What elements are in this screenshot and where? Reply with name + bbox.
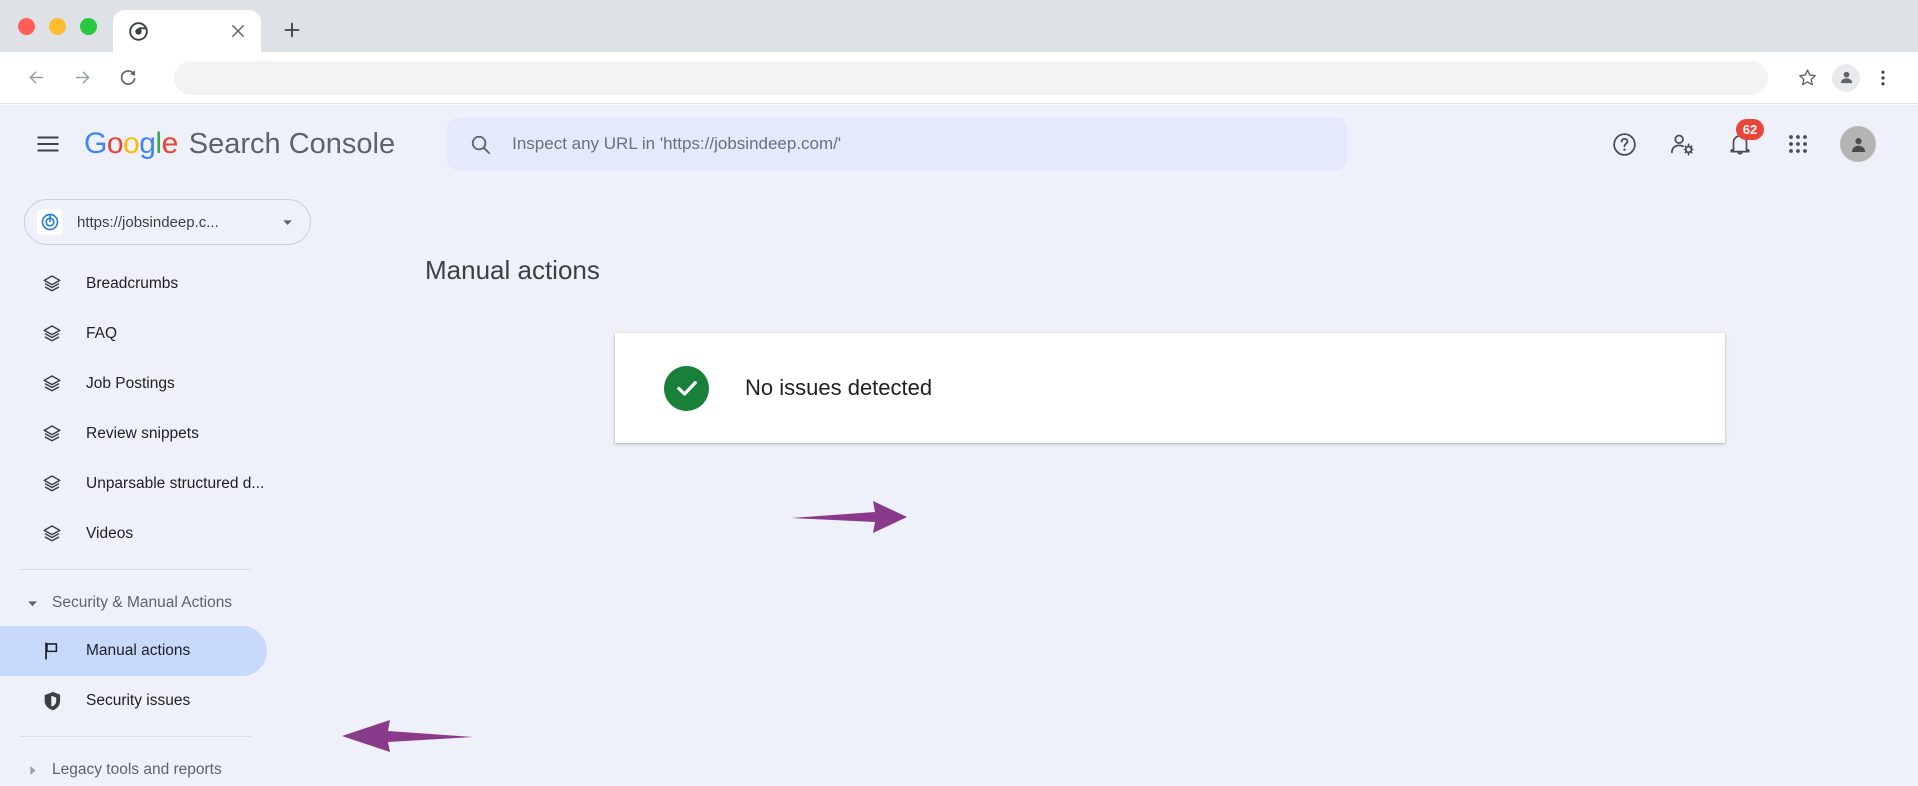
reload-icon[interactable]	[110, 60, 146, 96]
sidebar-item-label: Videos	[86, 525, 133, 543]
browser-tab-strip	[0, 0, 1918, 52]
status-card-text: No issues detected	[745, 375, 932, 401]
profile-avatar-icon[interactable]	[1832, 64, 1860, 92]
arrow-pointing-to-status-card	[789, 496, 909, 538]
logo-letter-e: e	[162, 127, 178, 160]
search-console-body: https://jobsindeep.c...	[0, 183, 1918, 786]
sidebar-item-label: Breadcrumbs	[86, 275, 178, 293]
sidebar-item-videos[interactable]: Videos	[0, 509, 267, 559]
layers-icon	[40, 422, 64, 446]
sidebar-item-review-snippets[interactable]: Review snippets	[0, 409, 267, 459]
sidebar-item-unparsable-structured-data[interactable]: Unparsable structured d...	[0, 459, 267, 509]
logo-letter-o2: o	[123, 127, 139, 160]
layers-icon	[40, 272, 64, 296]
forward-arrow-icon[interactable]	[64, 60, 100, 96]
search-icon	[469, 133, 492, 156]
sidebar-item-job-postings[interactable]: Job Postings	[0, 359, 267, 409]
new-tab-button[interactable]	[275, 13, 309, 47]
notification-count-badge: 62	[1736, 119, 1764, 140]
help-icon[interactable]	[1608, 128, 1640, 160]
browser-window: Google Search Console Inspect any URL in…	[0, 0, 1918, 786]
logo-letter-g2: g	[139, 127, 155, 160]
sidebar-section-label: Legacy tools and reports	[52, 761, 222, 779]
three-dot-menu-icon[interactable]	[1866, 61, 1900, 95]
sidebar-item-label: Security issues	[86, 692, 190, 710]
layers-icon	[40, 322, 64, 346]
chrome-favicon-icon	[129, 22, 148, 41]
logo-letter-o1: o	[107, 127, 123, 160]
sidebar-section-security-manual-actions[interactable]: Security & Manual Actions	[0, 580, 331, 626]
sidebar-section-legacy-tools[interactable]: Legacy tools and reports	[0, 747, 331, 786]
close-window-button[interactable]	[18, 18, 35, 35]
address-bar[interactable]	[174, 61, 1768, 95]
main-content: Manual actions No issues detected	[331, 183, 1918, 786]
sidebar-item-label: FAQ	[86, 325, 117, 343]
search-placeholder-text: Inspect any URL in 'https://jobsindeep.c…	[512, 134, 841, 154]
maximize-window-button[interactable]	[80, 18, 97, 35]
google-search-console-logo: Google Search Console	[84, 127, 395, 161]
browser-tab[interactable]	[113, 10, 261, 52]
status-card: No issues detected	[615, 333, 1725, 443]
minimize-window-button[interactable]	[49, 18, 66, 35]
sidebar-section-label: Security & Manual Actions	[52, 594, 232, 612]
notifications-bell-icon[interactable]: 62	[1724, 128, 1756, 160]
close-icon[interactable]	[229, 22, 247, 40]
browser-toolbar	[0, 52, 1918, 104]
layers-icon	[40, 472, 64, 496]
account-settings-icon[interactable]	[1666, 128, 1698, 160]
chevron-down-icon	[279, 214, 296, 231]
caret-right-icon	[22, 764, 42, 777]
sidebar-item-label: Job Postings	[86, 375, 175, 393]
header-action-icons: 62	[1608, 126, 1890, 162]
sidebar-item-manual-actions[interactable]: Manual actions	[0, 626, 267, 676]
hamburger-menu-icon[interactable]	[26, 122, 70, 166]
sidebar-divider	[20, 569, 251, 570]
sidebar-item-label: Manual actions	[86, 642, 190, 660]
sidebar-navigation: https://jobsindeep.c...	[0, 183, 331, 786]
caret-down-icon	[22, 597, 42, 610]
logo-letter-g1: G	[84, 127, 107, 160]
flag-icon	[40, 639, 64, 663]
product-name: Search Console	[189, 128, 395, 161]
green-check-circle-icon	[664, 366, 709, 411]
sidebar-item-security-issues[interactable]: Security issues	[0, 676, 267, 726]
layers-icon	[40, 372, 64, 396]
shield-icon	[40, 689, 64, 713]
sidebar-item-breadcrumbs[interactable]: Breadcrumbs	[0, 259, 267, 309]
star-icon[interactable]	[1790, 61, 1824, 95]
sidebar-item-label: Unparsable structured d...	[86, 475, 264, 493]
sidebar-divider	[20, 736, 251, 737]
google-apps-grid-icon[interactable]	[1782, 128, 1814, 160]
layers-icon	[40, 522, 64, 546]
page-viewport: Google Search Console Inspect any URL in…	[0, 105, 1918, 786]
property-selector[interactable]: https://jobsindeep.c...	[24, 199, 311, 245]
back-arrow-icon[interactable]	[18, 60, 54, 96]
sidebar-item-faq[interactable]: FAQ	[0, 309, 267, 359]
window-controls	[18, 0, 113, 52]
page-title: Manual actions	[425, 255, 1918, 286]
site-favicon-icon	[37, 209, 63, 235]
search-console-header: Google Search Console Inspect any URL in…	[0, 105, 1918, 183]
user-avatar[interactable]	[1840, 126, 1876, 162]
property-selector-label: https://jobsindeep.c...	[77, 214, 279, 231]
google-wordmark: Google	[84, 127, 178, 161]
url-inspection-search-input[interactable]: Inspect any URL in 'https://jobsindeep.c…	[447, 118, 1347, 170]
sidebar-item-label: Review snippets	[86, 425, 199, 443]
